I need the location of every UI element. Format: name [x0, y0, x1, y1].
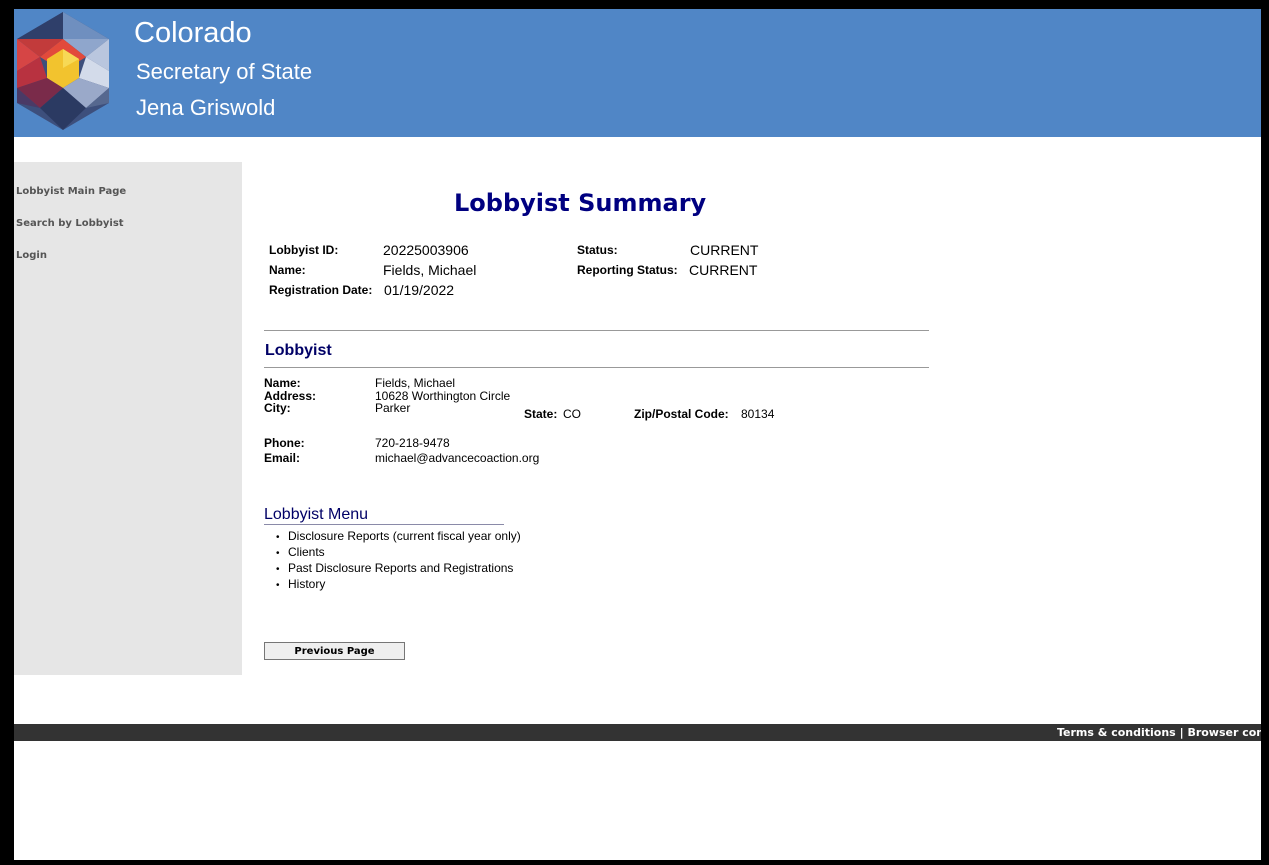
- status-label: Status:: [577, 243, 618, 257]
- menu-item-history[interactable]: • History: [276, 577, 521, 593]
- header-official-name: Jena Griswold: [136, 95, 276, 120]
- sidebar-item-login[interactable]: Login: [16, 250, 47, 261]
- phone-label: Phone:: [264, 436, 305, 450]
- lobbyist-menu-heading: Lobbyist Menu: [264, 506, 369, 523]
- lobbyist-name-value: Fields, Michael: [375, 376, 456, 390]
- footer-separator: |: [1179, 726, 1184, 739]
- lobbyist-id-value: 20225003906: [383, 242, 469, 258]
- lobbyist-menu-list: • Disclosure Reports (current fiscal year…: [276, 529, 521, 593]
- header-office-title: Secretary of State: [136, 59, 313, 84]
- bullet-icon: •: [276, 564, 280, 575]
- zip-label: Zip/Postal Code:: [634, 407, 729, 421]
- lobbyist-id-label: Lobbyist ID:: [269, 243, 339, 257]
- phone-value: 720-218-9478: [375, 436, 450, 450]
- email-value: michael@advancecoaction.org: [375, 451, 540, 465]
- sidebar-item-search-by-lobbyist[interactable]: Search by Lobbyist: [16, 218, 124, 229]
- bullet-icon: •: [276, 548, 280, 559]
- browser-viewport: Colorado Secretary of State Jena Griswol…: [14, 9, 1261, 860]
- menu-item-clients[interactable]: • Clients: [276, 545, 521, 561]
- lobbyist-name-label: Name:: [264, 376, 301, 390]
- reporting-status-value: CURRENT: [689, 262, 758, 278]
- previous-page-button[interactable]: Previous Page: [264, 642, 405, 660]
- lobbyist-menu-underline: [264, 524, 504, 525]
- city-label: City:: [264, 401, 291, 415]
- sidebar-nav: Lobbyist Main Page Search by Lobbyist Lo…: [14, 162, 242, 675]
- zip-value: 80134: [741, 407, 775, 421]
- email-label: Email:: [264, 451, 301, 465]
- colorado-sos-logo[interactable]: [17, 12, 109, 130]
- registration-date-label: Registration Date:: [269, 283, 373, 297]
- summary-name-label: Name:: [269, 263, 306, 277]
- menu-item-disclosure-reports[interactable]: • Disclosure Reports (current fiscal year…: [276, 529, 521, 545]
- site-header: Colorado Secretary of State Jena Griswol…: [14, 9, 1261, 137]
- reporting-status-label: Reporting Status:: [577, 263, 678, 277]
- menu-item-label: Disclosure Reports (current fiscal year …: [288, 529, 521, 543]
- city-value: Parker: [375, 401, 411, 415]
- bullet-icon: •: [276, 580, 280, 591]
- menu-item-label: History: [288, 577, 326, 591]
- header-state-title: Colorado: [134, 17, 252, 49]
- sidebar-item-lobbyist-main-page[interactable]: Lobbyist Main Page: [16, 186, 126, 197]
- terms-link[interactable]: Terms & conditions: [1057, 726, 1176, 739]
- site-footer: Terms & conditions | Browser compatibili…: [14, 724, 1261, 741]
- divider-bottom: [264, 367, 929, 368]
- page-title: Lobbyist Summary: [454, 189, 707, 217]
- browser-compatibility-link[interactable]: Browser compatibility: [1187, 726, 1261, 739]
- lobbyist-section-heading: Lobbyist: [265, 342, 332, 359]
- state-label: State:: [524, 407, 558, 421]
- menu-item-label: Past Disclosure Reports and Registration…: [288, 561, 514, 575]
- divider-top: [264, 330, 929, 331]
- menu-item-past-disclosure-reports[interactable]: • Past Disclosure Reports and Registratio…: [276, 561, 521, 577]
- registration-date-value: 01/19/2022: [384, 282, 455, 298]
- menu-item-label: Clients: [288, 545, 325, 559]
- bullet-icon: •: [276, 532, 280, 543]
- status-value: CURRENT: [690, 242, 759, 258]
- footer-links: Terms & conditions | Browser compatibili…: [1057, 726, 1261, 739]
- state-value: CO: [563, 407, 581, 421]
- summary-name-value: Fields, Michael: [383, 262, 477, 278]
